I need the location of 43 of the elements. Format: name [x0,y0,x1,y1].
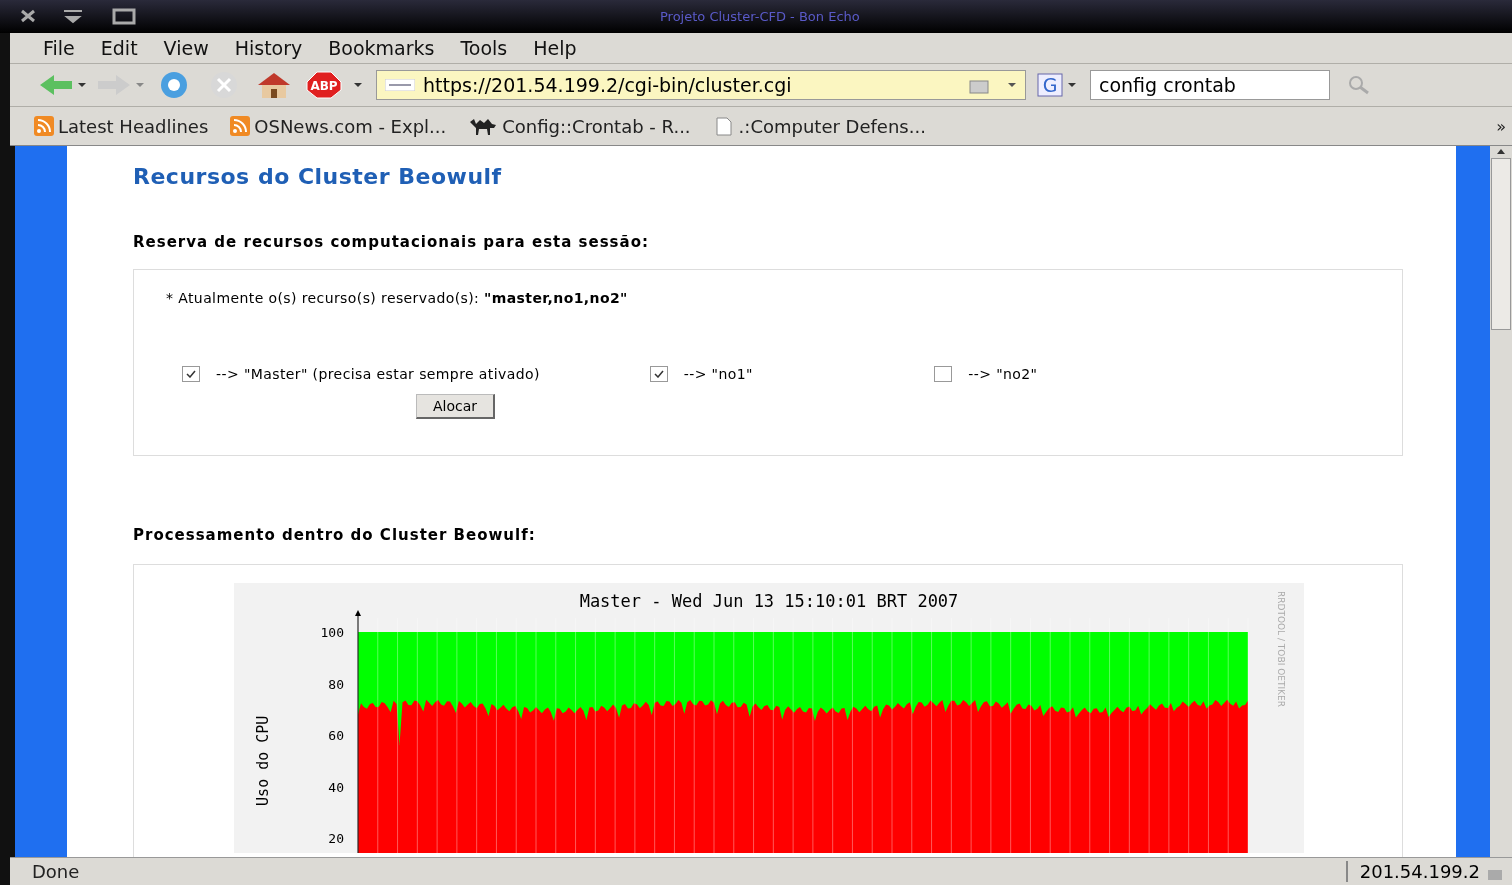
url-text: https://201.54.199.2/cgi-bin/cluster.cgi [423,74,793,96]
option-label: --> "no1" [683,366,753,382]
allocate-button[interactable]: Alocar [416,394,496,419]
camel-icon[interactable] [468,116,499,136]
site-icon[interactable] [385,79,415,91]
search-field[interactable]: config crontab [1090,70,1330,100]
section-heading: Reserva de recursos computacionais para esta sessão: [133,233,650,251]
more-bookmarks[interactable]: » [1496,116,1506,136]
feed-icon[interactable] [230,116,251,136]
status-host: 201.54.199.2 [1359,861,1480,882]
menu-item[interactable]: Edit [89,35,149,61]
checkmark-icon [653,370,664,378]
checkbox[interactable] [182,366,200,382]
current-reservation: * Atualmente o(s) recurso(s) reservado(s): "master,no1,no2" [165,289,629,306]
tick-label: 60 [328,728,344,743]
graph-title: Master - Wed Jun 13 15:10:01 BRT 2007 [579,591,959,611]
checkmark-icon [186,370,196,378]
tick-label: 80 [328,676,344,692]
tick-label: 100 [320,625,344,640]
scroll-thumb[interactable] [1491,158,1511,330]
chart-credit: RRDTOOL / TOBI OETIKER [1275,591,1286,709]
axis-label: Uso do CPU [254,715,272,806]
page-title: Recursos do Cluster Beowulf [133,164,503,189]
menu-item[interactable]: View [152,35,220,61]
menu-item[interactable]: History [223,35,314,61]
bookmark-item[interactable]: Config::Crontab - R... [468,115,691,137]
option-label: --> "no2" [968,366,1038,382]
feed-icon[interactable] [34,116,54,136]
checkbox[interactable] [934,366,953,382]
option-label: --> "Master" (precisa estar sempre ativado) [216,366,540,382]
menu-item[interactable]: Tools [449,35,519,61]
tick-label: 40 [328,779,344,795]
status-text: Done [31,861,81,882]
checkbox[interactable] [649,366,668,382]
menu-item[interactable]: Bookmarks [317,35,446,61]
window-title: Projeto Cluster-CFD - Bon Echo [660,9,860,24]
bookmark-label: Config::Crontab - R... [502,115,691,137]
adblock-icon[interactable]: ABP [304,71,344,99]
section-heading: Processamento dentro do Cluster Beowulf: [133,526,537,544]
tick-label: 20 [328,831,344,846]
menu-item[interactable]: File [32,35,86,61]
menu-item[interactable]: Help [522,35,588,61]
url-field[interactable]: https://201.54.199.2/cgi-bin/cluster.cgi [376,70,1026,100]
